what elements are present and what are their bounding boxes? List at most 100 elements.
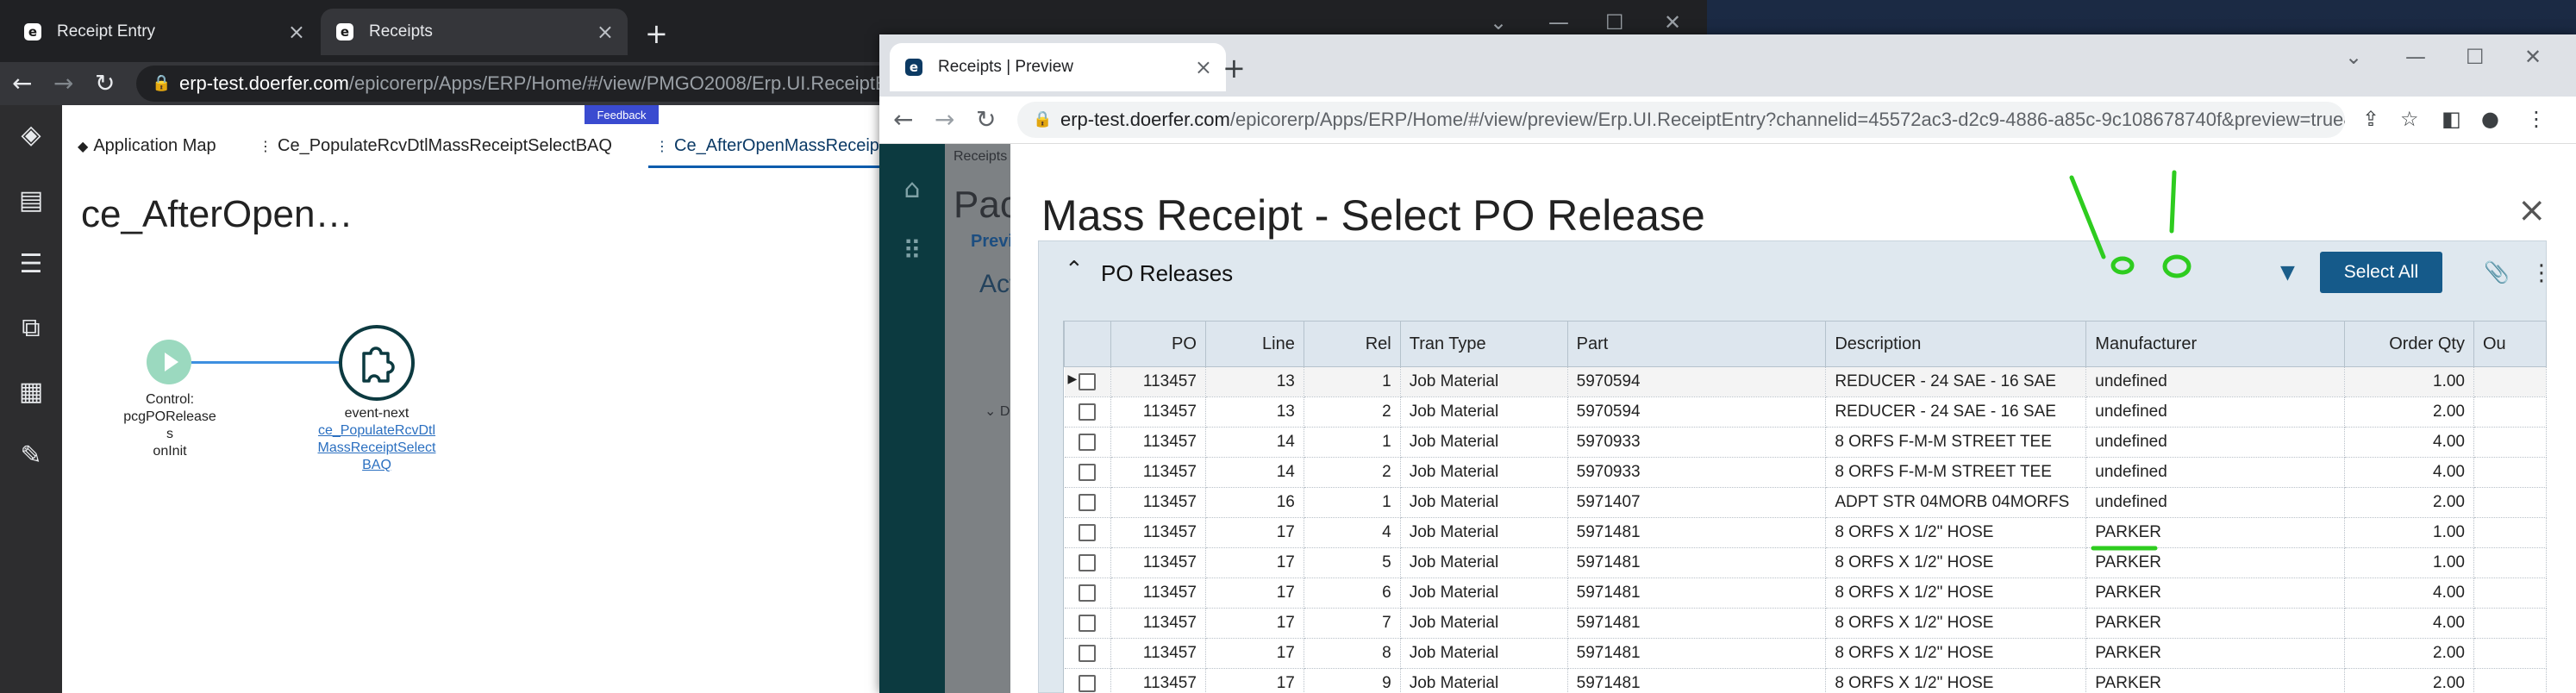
cell-ou[interactable] xyxy=(2473,547,2547,578)
column-header-ou[interactable]: Ou xyxy=(2473,321,2547,367)
cell-ou[interactable] xyxy=(2473,517,2547,548)
cell-po[interactable]: 113457 xyxy=(1110,547,1206,578)
chevron-down-icon[interactable]: ⌄ xyxy=(1490,10,1507,34)
back-arrow-icon[interactable]: ← xyxy=(893,105,913,134)
tab-receipt-entry[interactable]: e Receipt Entry × xyxy=(9,9,319,55)
cell-order-qty[interactable]: 2.00 xyxy=(2344,638,2474,669)
close-icon[interactable]: × xyxy=(2517,190,2547,230)
row-select-cell[interactable] xyxy=(1064,668,1111,693)
cell-order-qty[interactable]: 2.00 xyxy=(2344,668,2474,693)
cell-po[interactable]: 113457 xyxy=(1110,487,1206,518)
cell-ou[interactable] xyxy=(2473,427,2547,458)
tab-receipts[interactable]: e Receipts × xyxy=(321,9,628,55)
row-checkbox[interactable] xyxy=(1079,553,1097,571)
cell-manufacturer[interactable]: PARKER xyxy=(2085,547,2346,578)
content-tab-application-map[interactable]: ◆ Application Map xyxy=(78,136,216,156)
cell-line[interactable]: 17 xyxy=(1205,608,1304,639)
close-tab-icon[interactable]: × xyxy=(597,20,614,44)
table-row[interactable]: 113457 17 6 Job Material 5971481 8 ORFS X 1/2… xyxy=(1064,578,2547,609)
cell-part[interactable]: 5970594 xyxy=(1567,366,1827,397)
cell-tran-type[interactable]: Job Material xyxy=(1400,608,1568,639)
row-checkbox[interactable] xyxy=(1079,463,1097,481)
cell-po[interactable]: 113457 xyxy=(1110,366,1206,397)
cell-rel[interactable]: 9 xyxy=(1304,668,1401,693)
table-row[interactable]: 113457 14 2 Job Material 5970933 8 ORFS F-M-M… xyxy=(1064,457,2547,488)
cell-tran-type[interactable]: Job Material xyxy=(1400,578,1568,609)
cell-rel[interactable]: 1 xyxy=(1304,427,1401,458)
row-select-cell[interactable] xyxy=(1064,517,1111,548)
cell-tran-type[interactable]: Job Material xyxy=(1400,517,1568,548)
forward-arrow-icon[interactable]: → xyxy=(53,69,73,97)
cell-manufacturer[interactable]: PARKER xyxy=(2085,668,2346,693)
cell-part[interactable]: 5970933 xyxy=(1567,427,1827,458)
cell-manufacturer[interactable]: undefined xyxy=(2085,366,2346,397)
row-checkbox[interactable] xyxy=(1079,614,1097,632)
cell-manufacturer[interactable]: PARKER xyxy=(2085,517,2346,548)
cell-line[interactable]: 14 xyxy=(1205,457,1304,488)
chevron-up-icon[interactable]: ⌃ xyxy=(1065,257,1084,283)
cell-line[interactable]: 17 xyxy=(1205,578,1304,609)
cell-rel[interactable]: 2 xyxy=(1304,396,1401,428)
cell-description[interactable]: 8 ORFS X 1/2" HOSE xyxy=(1825,578,2087,609)
cell-tran-type[interactable]: Job Material xyxy=(1400,668,1568,693)
row-select-cell[interactable] xyxy=(1064,396,1111,428)
table-row[interactable]: 113457 13 2 Job Material 5970594 REDUCER - 24… xyxy=(1064,396,2547,428)
row-select-cell[interactable] xyxy=(1064,427,1111,458)
row-checkbox[interactable] xyxy=(1079,493,1097,511)
new-tab-icon[interactable]: + xyxy=(645,17,668,50)
cell-tran-type[interactable]: Job Material xyxy=(1400,457,1568,488)
cell-rel[interactable]: 8 xyxy=(1304,638,1401,669)
cell-po[interactable]: 113457 xyxy=(1110,638,1206,669)
url-field[interactable]: 🔒 erp-test.doerfer.com/epicorerp/Apps/ER… xyxy=(1017,102,2345,138)
cell-order-qty[interactable]: 4.00 xyxy=(2344,608,2474,639)
cell-line[interactable]: 17 xyxy=(1205,668,1304,693)
cell-po[interactable]: 113457 xyxy=(1110,427,1206,458)
cell-po[interactable]: 113457 xyxy=(1110,608,1206,639)
column-header-po[interactable]: PO xyxy=(1110,321,1206,367)
table-row[interactable]: 113457 17 8 Job Material 5971481 8 ORFS X 1/2… xyxy=(1064,638,2547,669)
cell-description[interactable]: 8 ORFS X 1/2" HOSE xyxy=(1825,517,2087,548)
cell-ou[interactable] xyxy=(2473,396,2547,428)
apps-grid-icon[interactable]: ⠿ xyxy=(895,234,929,268)
cell-order-qty[interactable]: 2.00 xyxy=(2344,396,2474,428)
table-row[interactable]: 113457 17 5 Job Material 5971481 8 ORFS X 1/2… xyxy=(1064,547,2547,578)
cell-tran-type[interactable]: Job Material xyxy=(1400,366,1568,397)
event-next-node[interactable] xyxy=(338,324,416,406)
cell-line[interactable]: 13 xyxy=(1205,396,1304,428)
column-header-manufacturer[interactable]: Manufacturer xyxy=(2085,321,2346,367)
content-tab-after-open[interactable]: ⋮ Ce_AfterOpenMassReceipts xyxy=(655,136,892,156)
cell-order-qty[interactable]: 1.00 xyxy=(2344,366,2474,397)
attachment-icon[interactable]: 📎 xyxy=(2484,260,2510,284)
forward-arrow-icon[interactable]: → xyxy=(935,105,954,134)
cell-manufacturer[interactable]: undefined xyxy=(2085,457,2346,488)
row-select-cell[interactable] xyxy=(1064,547,1111,578)
cell-description[interactable]: 8 ORFS F-M-M STREET TEE xyxy=(1825,427,2087,458)
close-window-icon[interactable]: ✕ xyxy=(2524,45,2542,69)
grid-icon[interactable]: ▦ xyxy=(12,372,50,410)
cell-manufacturer[interactable]: PARKER xyxy=(2085,608,2346,639)
cell-line[interactable]: 13 xyxy=(1205,366,1304,397)
cell-ou[interactable] xyxy=(2473,608,2547,639)
cell-part[interactable]: 5971481 xyxy=(1567,547,1827,578)
reload-icon[interactable]: ↻ xyxy=(976,105,996,134)
cell-description[interactable]: ADPT STR 04MORB 04MORFS xyxy=(1825,487,2087,518)
cell-manufacturer[interactable]: undefined xyxy=(2085,487,2346,518)
minimize-icon[interactable]: — xyxy=(2405,45,2426,69)
dataflow-icon[interactable]: ⧉ xyxy=(12,309,50,346)
cell-part[interactable]: 5970594 xyxy=(1567,396,1827,428)
home-icon[interactable]: ⌂ xyxy=(895,172,929,206)
cell-ou[interactable] xyxy=(2473,668,2547,693)
cell-part[interactable]: 5971481 xyxy=(1567,638,1827,669)
filter-icon[interactable]: ▼ xyxy=(2280,262,2295,284)
row-select-cell[interactable] xyxy=(1064,638,1111,669)
cell-rel[interactable]: 1 xyxy=(1304,366,1401,397)
select-all-button[interactable]: Select All xyxy=(2320,252,2442,293)
close-window-icon[interactable]: ✕ xyxy=(1664,10,1681,34)
cell-rel[interactable]: 4 xyxy=(1304,517,1401,548)
cell-line[interactable]: 16 xyxy=(1205,487,1304,518)
cell-ou[interactable] xyxy=(2473,457,2547,488)
column-header-description[interactable]: Description xyxy=(1825,321,2087,367)
cell-description[interactable]: 8 ORFS X 1/2" HOSE xyxy=(1825,668,2087,693)
checklist-icon[interactable]: ☰ xyxy=(12,245,50,283)
column-header-order-qty[interactable]: Order Qty xyxy=(2344,321,2474,367)
